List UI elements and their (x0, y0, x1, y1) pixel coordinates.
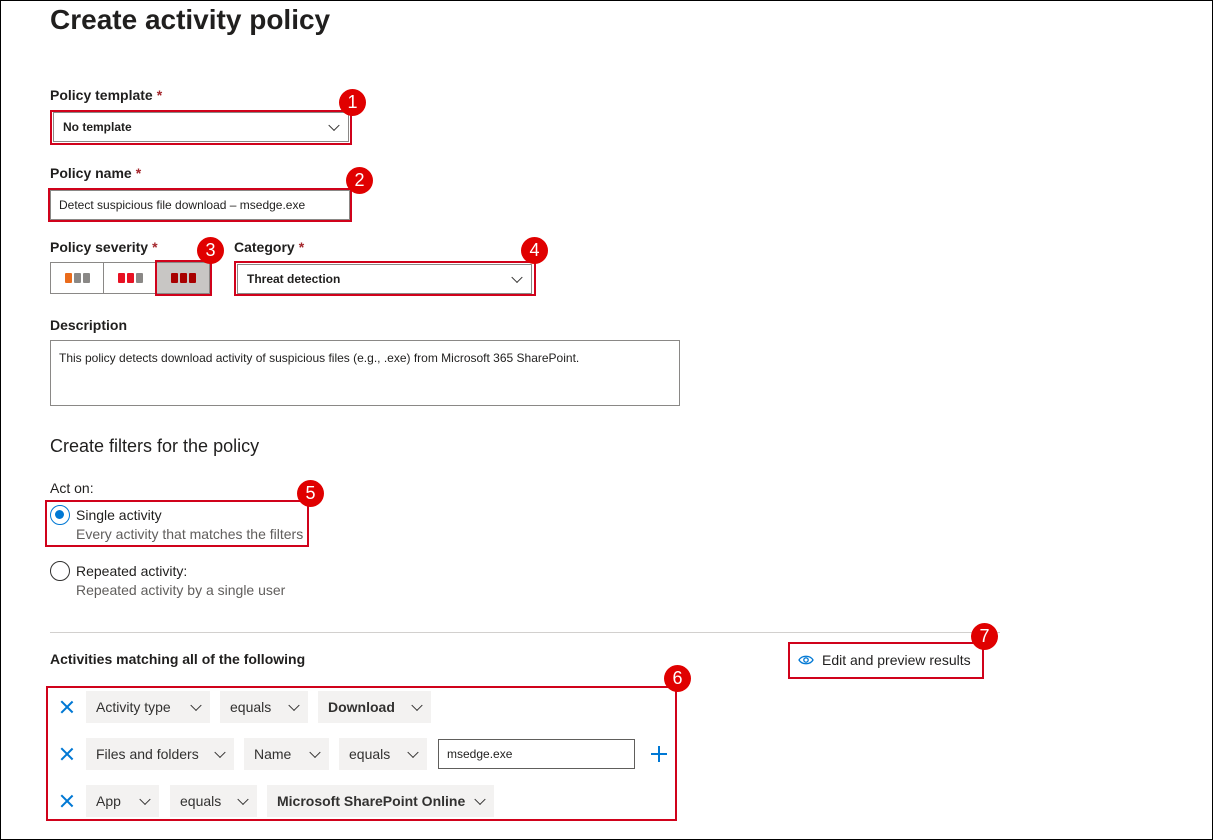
callout-badge: 2 (346, 167, 373, 194)
severity-bar-icon (117, 273, 125, 283)
category-dropdown[interactable]: Threat detection (237, 264, 532, 294)
remove-filter-icon[interactable] (59, 699, 75, 715)
repeated-activity-subtitle: Repeated activity by a single user (76, 582, 286, 598)
callout-badge: 3 (197, 237, 224, 264)
matching-label: Activities matching all of the following (50, 651, 306, 667)
chevron-down-icon (411, 699, 423, 712)
severity-bar-icon (188, 273, 196, 283)
policy-template-label: Policy template * (50, 87, 162, 103)
chevron-down-icon (214, 746, 226, 759)
chevron-down-icon (511, 271, 523, 284)
severity-bar-icon (179, 273, 187, 283)
filters-heading: Create filters for the policy (50, 436, 260, 456)
callout-badge: 6 (664, 665, 691, 692)
filter-field-dropdown[interactable]: Files and folders (86, 738, 234, 770)
section-divider (50, 632, 1000, 633)
chevron-down-icon (407, 746, 419, 759)
policy-name-input[interactable]: Detect suspicious file download – msedge… (50, 190, 350, 220)
filter-value-dropdown[interactable]: Microsoft SharePoint Online (267, 785, 494, 817)
filter-field-dropdown[interactable]: Activity type (86, 691, 210, 723)
required-mark: * (156, 87, 163, 103)
severity-high-button[interactable] (156, 262, 210, 294)
callout-badge: 4 (521, 237, 548, 264)
chevron-down-icon (237, 793, 249, 806)
chip-label: App (96, 793, 121, 809)
filter-operator-dropdown[interactable]: equals (220, 691, 308, 723)
add-value-icon[interactable] (651, 746, 667, 762)
repeated-activity-title: Repeated activity: (76, 563, 188, 579)
category-label: Category * (234, 239, 304, 255)
chevron-down-icon (309, 746, 321, 759)
filename-value: msedge.exe (447, 747, 513, 761)
severity-bar-icon (135, 273, 143, 283)
chevron-down-icon (288, 699, 300, 712)
severity-bar-icon (126, 273, 134, 283)
chip-label: Name (254, 746, 292, 762)
severity-bar-icon (64, 273, 72, 283)
required-mark: * (152, 239, 158, 255)
description-value: This policy detects download activity of… (59, 351, 580, 365)
chevron-down-icon (328, 119, 340, 132)
chip-label: Activity type (96, 699, 171, 715)
filter-operator-dropdown[interactable]: equals (170, 785, 257, 817)
description-label: Description (50, 317, 128, 333)
callout-badge: 1 (339, 89, 366, 116)
chip-label: Microsoft SharePoint Online (277, 793, 466, 809)
remove-filter-icon[interactable] (59, 746, 75, 762)
chevron-down-icon (139, 793, 151, 806)
severity-bar-icon (82, 273, 90, 283)
description-textarea[interactable]: This policy detects download activity of… (50, 340, 680, 406)
policy-template-label-text: Policy template (50, 87, 153, 103)
chip-label: equals (230, 699, 272, 715)
act-on-label: Act on: (50, 480, 94, 496)
chevron-down-icon (474, 793, 486, 806)
callout-badge: 5 (297, 480, 324, 507)
policy-severity-label-text: Policy severity (50, 239, 149, 255)
chip-label: Files and folders (96, 746, 199, 762)
severity-low-button[interactable] (50, 262, 104, 294)
edit-preview-button[interactable]: Edit and preview results (798, 652, 971, 668)
single-activity-radio[interactable] (50, 505, 70, 525)
required-mark: * (298, 239, 305, 255)
page-title: Create activity policy (50, 4, 331, 35)
policy-template-dropdown[interactable]: No template (53, 112, 349, 142)
filter-field-dropdown[interactable]: App (86, 785, 159, 817)
eye-icon (798, 655, 814, 665)
chip-label: equals (349, 746, 391, 762)
chip-label: equals (180, 793, 222, 809)
repeated-activity-radio[interactable] (50, 561, 70, 581)
filter-subfield-dropdown[interactable]: Name (244, 738, 329, 770)
required-mark: * (135, 165, 142, 181)
category-label-text: Category (234, 239, 295, 255)
severity-bar-icon (170, 273, 178, 283)
policy-template-value: No template (63, 120, 132, 134)
callout-badge: 7 (971, 623, 998, 650)
filename-input[interactable]: msedge.exe (438, 739, 635, 769)
policy-severity-label: Policy severity * (50, 239, 158, 255)
severity-bar-icon (73, 273, 81, 283)
chip-label: Download (328, 699, 395, 715)
filter-operator-dropdown[interactable]: equals (339, 738, 427, 770)
single-activity-title: Single activity (76, 507, 162, 523)
filter-value-dropdown[interactable]: Download (318, 691, 431, 723)
edit-preview-label: Edit and preview results (822, 652, 971, 668)
remove-filter-icon[interactable] (59, 793, 75, 809)
category-value: Threat detection (247, 272, 341, 286)
policy-name-label: Policy name * (50, 165, 141, 181)
chevron-down-icon (190, 699, 202, 712)
policy-name-label-text: Policy name (50, 165, 132, 181)
severity-medium-button[interactable] (103, 262, 157, 294)
single-activity-subtitle: Every activity that matches the filters (76, 526, 304, 542)
policy-name-value: Detect suspicious file download – msedge… (59, 198, 306, 212)
